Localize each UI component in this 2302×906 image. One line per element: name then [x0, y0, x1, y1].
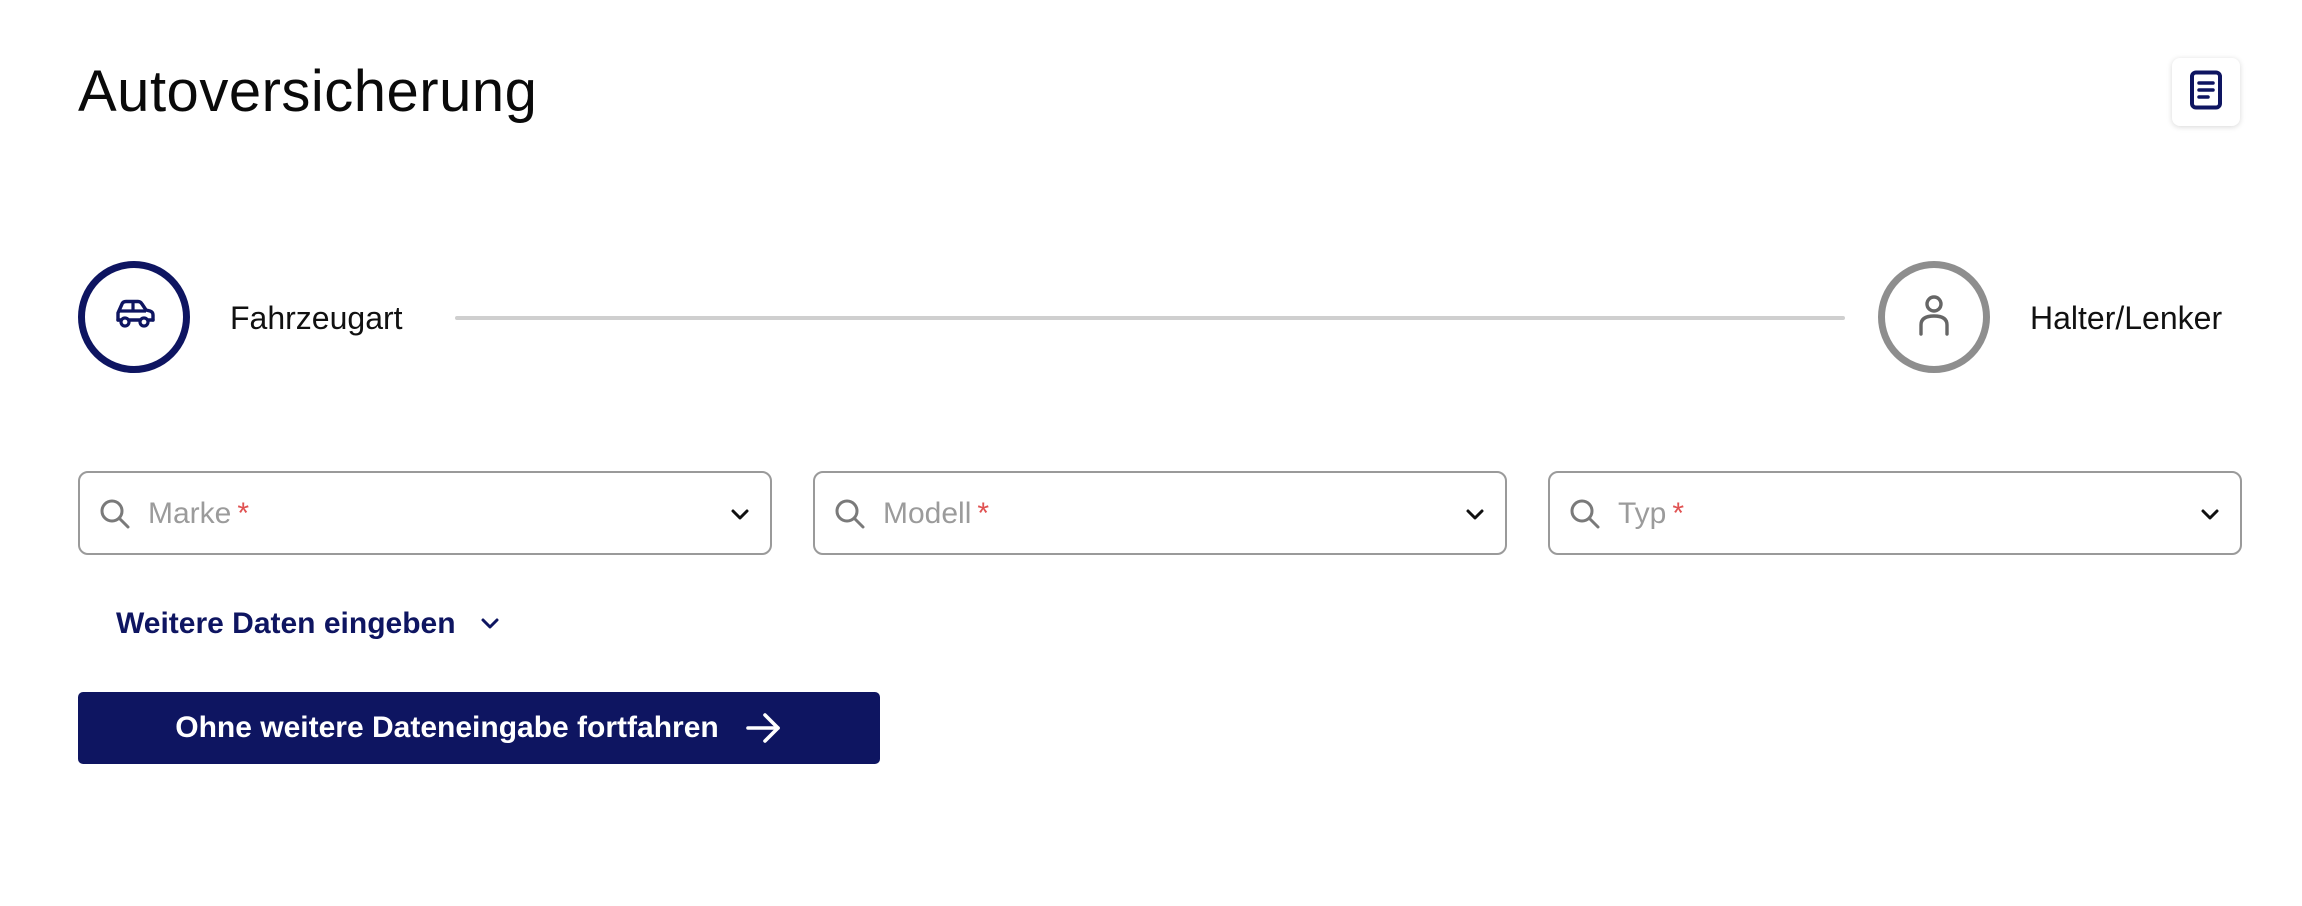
page-title: Autoversicherung — [78, 59, 538, 124]
search-icon — [1568, 497, 1602, 536]
person-icon — [1917, 293, 1951, 342]
continue-button-label: Ohne weitere Dateneingabe fortfahren — [175, 711, 719, 744]
document-button[interactable] — [2172, 58, 2240, 126]
search-icon — [833, 497, 867, 536]
arrow-right-icon — [745, 712, 783, 744]
marke-placeholder: Marke * — [148, 497, 250, 530]
car-icon — [112, 298, 156, 337]
modell-select[interactable]: Modell * — [813, 471, 1507, 555]
step-label-fahrzeugart: Fahrzeugart — [230, 300, 403, 336]
step-halter-lenker[interactable] — [1878, 261, 1990, 373]
typ-placeholder: Typ * — [1618, 497, 1685, 530]
step-label-halter-lenker: Halter/Lenker — [2030, 300, 2223, 336]
step-connector — [455, 316, 1845, 320]
required-mark: * — [977, 497, 990, 530]
required-mark: * — [237, 497, 250, 530]
chevron-down-icon[interactable] — [728, 503, 752, 532]
continue-without-data-button[interactable]: Ohne weitere Dateneingabe fortfahren — [78, 692, 880, 764]
modell-placeholder: Modell * — [883, 497, 990, 530]
page: Autoversicherung Fahrzeugart Halter/Lenk… — [0, 0, 2302, 906]
chevron-down-icon[interactable] — [2198, 503, 2222, 532]
more-data-label: Weitere Daten eingeben — [116, 607, 456, 640]
search-icon — [98, 497, 132, 536]
required-mark: * — [1672, 497, 1685, 530]
marke-select[interactable]: Marke * — [78, 471, 772, 555]
more-data-toggle[interactable]: Weitere Daten eingeben — [116, 604, 502, 644]
typ-select[interactable]: Typ * — [1548, 471, 2242, 555]
document-list-icon — [2189, 70, 2223, 115]
step-fahrzeugart[interactable] — [78, 261, 190, 373]
chevron-down-icon[interactable] — [1463, 503, 1487, 532]
chevron-down-icon — [478, 612, 502, 636]
